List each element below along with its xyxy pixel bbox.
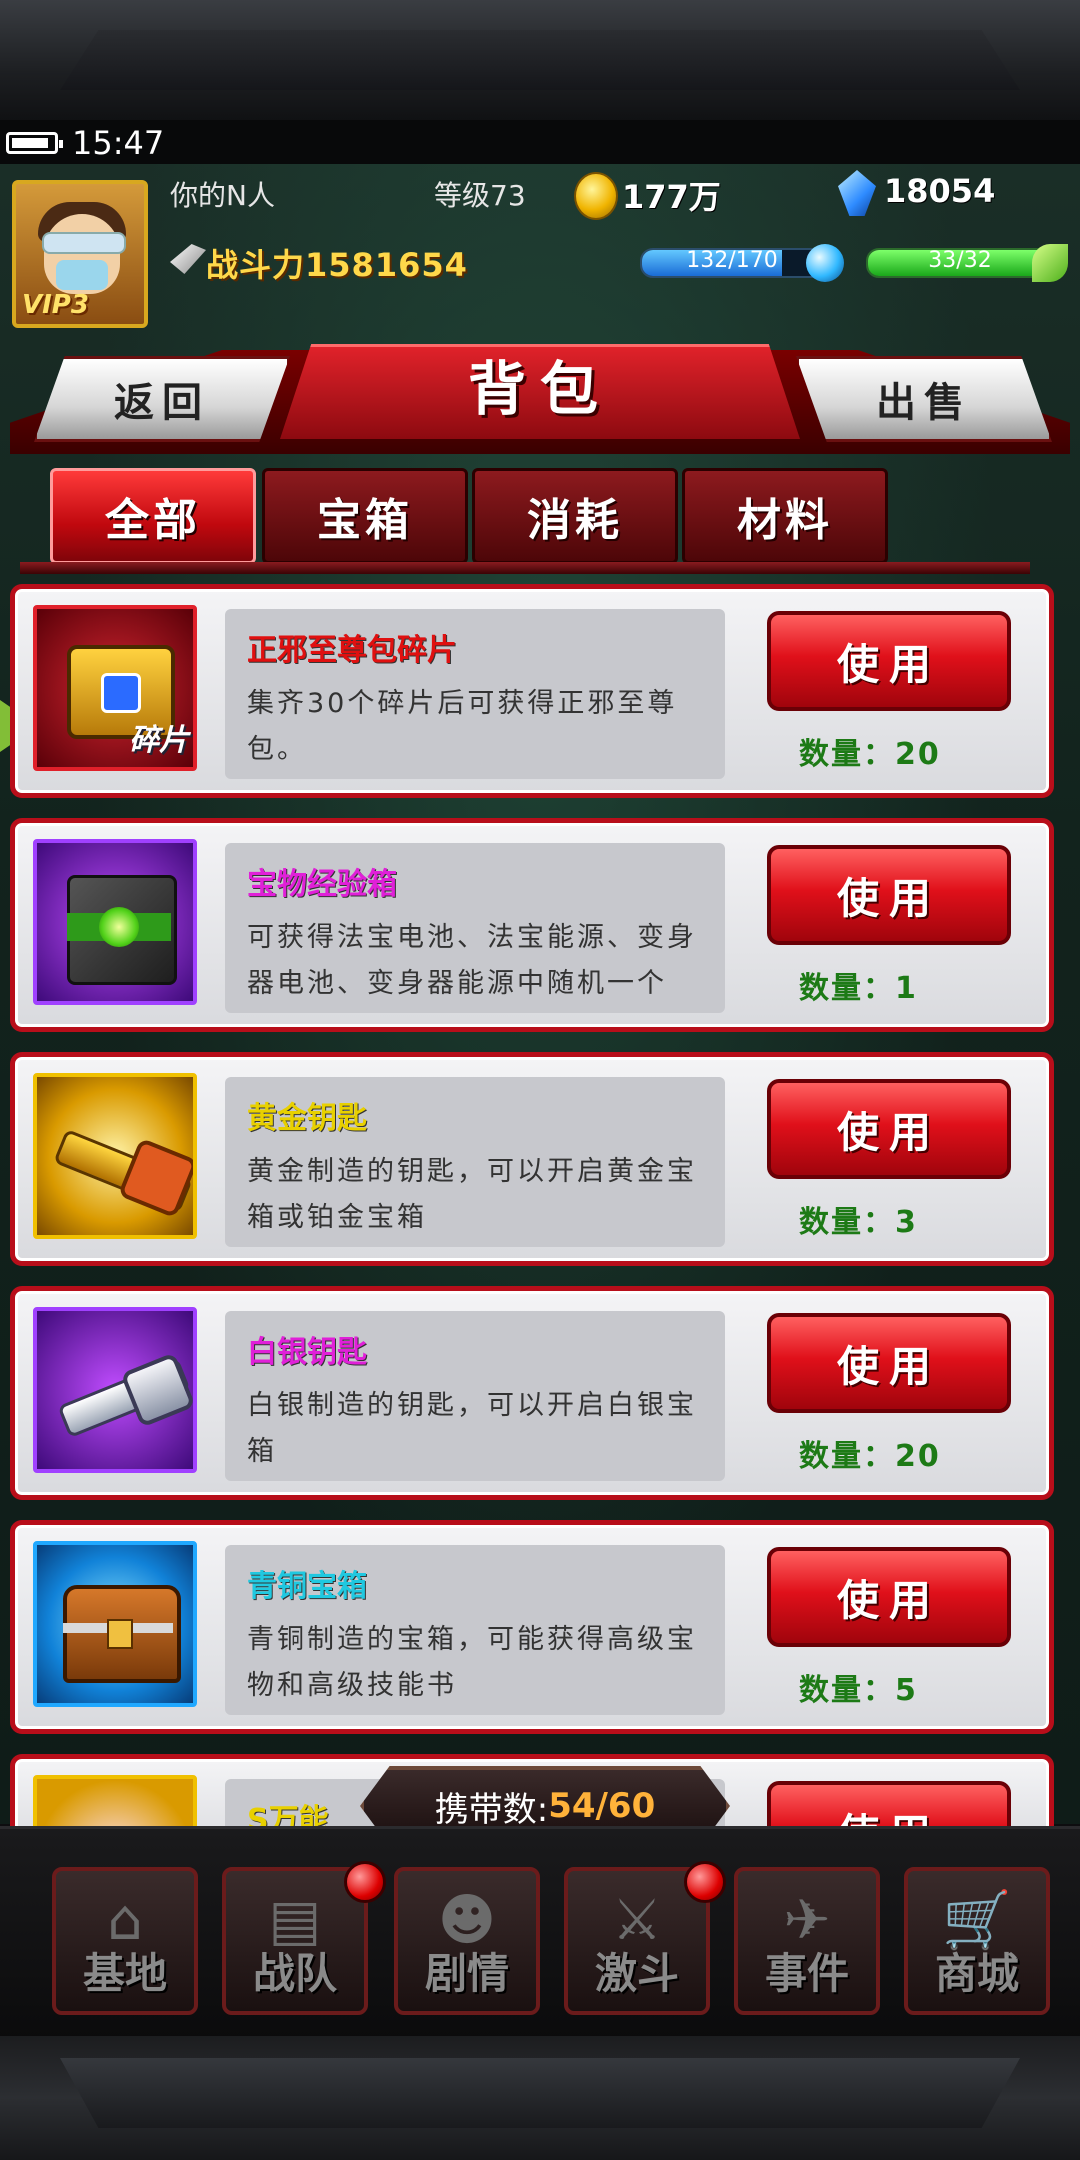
list-item: 宝物经验箱 可获得法宝电池、法宝能源、变身器电池、变身器能源中随机一个 使用 数… <box>10 818 1054 1032</box>
item-quantity: 数量：20 <box>799 1439 941 1474</box>
status-time: 15:47 <box>72 124 165 162</box>
gold-key-icon <box>33 1073 197 1239</box>
nav-shop[interactable]: 🛒 商城 <box>904 1867 1050 2015</box>
use-button[interactable]: 使用 <box>767 611 1011 711</box>
nav-label: 基地 <box>82 1949 167 1998</box>
item-quantity: 数量：3 <box>799 1205 918 1240</box>
carry-count: 54/60 <box>548 1786 656 1826</box>
nav-label: 剧情 <box>424 1949 509 1998</box>
item-quantity: 数量：5 <box>799 1673 918 1708</box>
list-item: 碎片 正邪至尊包碎片 集齐30个碎片后可获得正邪至尊包。 使用 数量：20 <box>10 584 1054 798</box>
item-description: 集齐30个碎片后可获得正邪至尊包。 <box>247 688 678 765</box>
avatar-mask <box>56 260 108 290</box>
device-frame-top <box>0 0 1080 122</box>
nav-event[interactable]: ✈ 事件 <box>734 1867 880 2015</box>
gold-amount: 177万 <box>622 178 721 216</box>
gold-coin-icon <box>574 172 618 220</box>
item-description: 可获得法宝电池、法宝能源、变身器电池、变身器能源中随机一个 <box>247 922 697 999</box>
nav-base[interactable]: ⌂ 基地 <box>52 1867 198 2015</box>
device-frame-bottom <box>0 2036 1080 2160</box>
item-name: 正邪至尊包碎片 <box>247 633 457 668</box>
list-item: 白银钥匙 白银制造的钥匙，可以开启白银宝箱 使用 数量：20 <box>10 1286 1054 1500</box>
list-item: 青铜宝箱 青铜制造的宝箱，可能获得高级宝物和高级技能书 使用 数量：5 <box>10 1520 1054 1734</box>
stamina-bar: 33/32 <box>866 248 1054 278</box>
power-label: 战斗力 <box>206 246 306 284</box>
tab-all[interactable]: 全部 <box>50 468 256 564</box>
item-name: 青铜宝箱 <box>247 1569 367 1604</box>
use-button[interactable]: 使用 <box>767 1079 1011 1179</box>
icon-gem <box>101 673 141 713</box>
player-name: 你的N人 <box>170 179 275 212</box>
icon-cube-core <box>99 907 139 947</box>
player-avatar[interactable]: VIP3 <box>12 180 148 328</box>
item-name: 白银钥匙 <box>247 1335 367 1370</box>
power-display: 战斗力1581654 <box>206 240 468 286</box>
nav-label: 商城 <box>934 1949 1019 1998</box>
item-description: 青铜制造的宝箱，可能获得高级宝物和高级技能书 <box>247 1624 697 1701</box>
battle-notification-badge <box>684 1861 726 1903</box>
use-button[interactable]: 使用 <box>767 845 1011 945</box>
energy-orb-icon <box>806 244 844 282</box>
item-description: 黄金制造的钥匙，可以开启黄金宝箱或铂金宝箱 <box>247 1156 697 1233</box>
use-button[interactable]: 使用 <box>767 1313 1011 1413</box>
nav-label: 战队 <box>252 1949 337 1998</box>
team-notification-badge <box>344 1861 386 1903</box>
fragment-badge: 碎片 <box>129 723 189 758</box>
energy-bar: 132/170 <box>640 248 824 278</box>
tab-underline <box>20 562 1030 574</box>
sell-button[interactable]: 出售 <box>796 356 1052 442</box>
item-name: 黄金钥匙 <box>247 1101 367 1136</box>
stamina-text: 33/32 <box>928 248 992 273</box>
player-level: 等级73 <box>434 179 526 212</box>
energy-text: 132/170 <box>686 248 778 273</box>
tab-consumables[interactable]: 消耗 <box>472 468 678 564</box>
list-item: 黄金钥匙 黄金制造的钥匙，可以开启黄金宝箱或铂金宝箱 使用 数量：3 <box>10 1052 1054 1266</box>
use-button[interactable]: 使用 <box>767 1547 1011 1647</box>
item-name: 宝物经验箱 <box>247 867 397 902</box>
status-bar: 15:47 <box>0 120 1080 164</box>
fragment-chest-icon: 碎片 <box>33 605 197 771</box>
item-description: 白银制造的钥匙，可以开启白银宝箱 <box>247 1390 697 1467</box>
avatar-goggles <box>42 232 126 254</box>
gem-amount: 18054 <box>884 172 996 210</box>
item-quantity: 数量：20 <box>799 737 941 772</box>
silver-key-icon <box>33 1307 197 1473</box>
icon-chest-lock <box>107 1619 133 1649</box>
nav-label: 事件 <box>764 1949 849 1998</box>
bronze-chest-icon <box>33 1541 197 1707</box>
page-title: 背包 <box>467 355 612 423</box>
power-value: 1581654 <box>305 246 468 284</box>
back-button[interactable]: 返回 <box>34 356 290 442</box>
tab-chests[interactable]: 宝箱 <box>262 468 468 564</box>
item-quantity: 数量：1 <box>799 971 918 1006</box>
carry-label: 携带数: <box>434 1789 549 1830</box>
bottom-nav: ⌂ 基地 ▤ 战队 ☻ 剧情 ⚔ 激斗 ✈ 事件 🛒 商城 <box>0 1826 1080 2039</box>
battery-icon <box>6 132 63 154</box>
nav-story[interactable]: ☻ 剧情 <box>394 1867 540 2015</box>
vip-badge: VIP3 <box>22 290 89 320</box>
stamina-leaf-icon <box>1032 244 1068 282</box>
nav-label: 激斗 <box>594 1949 679 1998</box>
tab-materials[interactable]: 材料 <box>682 468 888 564</box>
exp-cube-icon <box>33 839 197 1005</box>
